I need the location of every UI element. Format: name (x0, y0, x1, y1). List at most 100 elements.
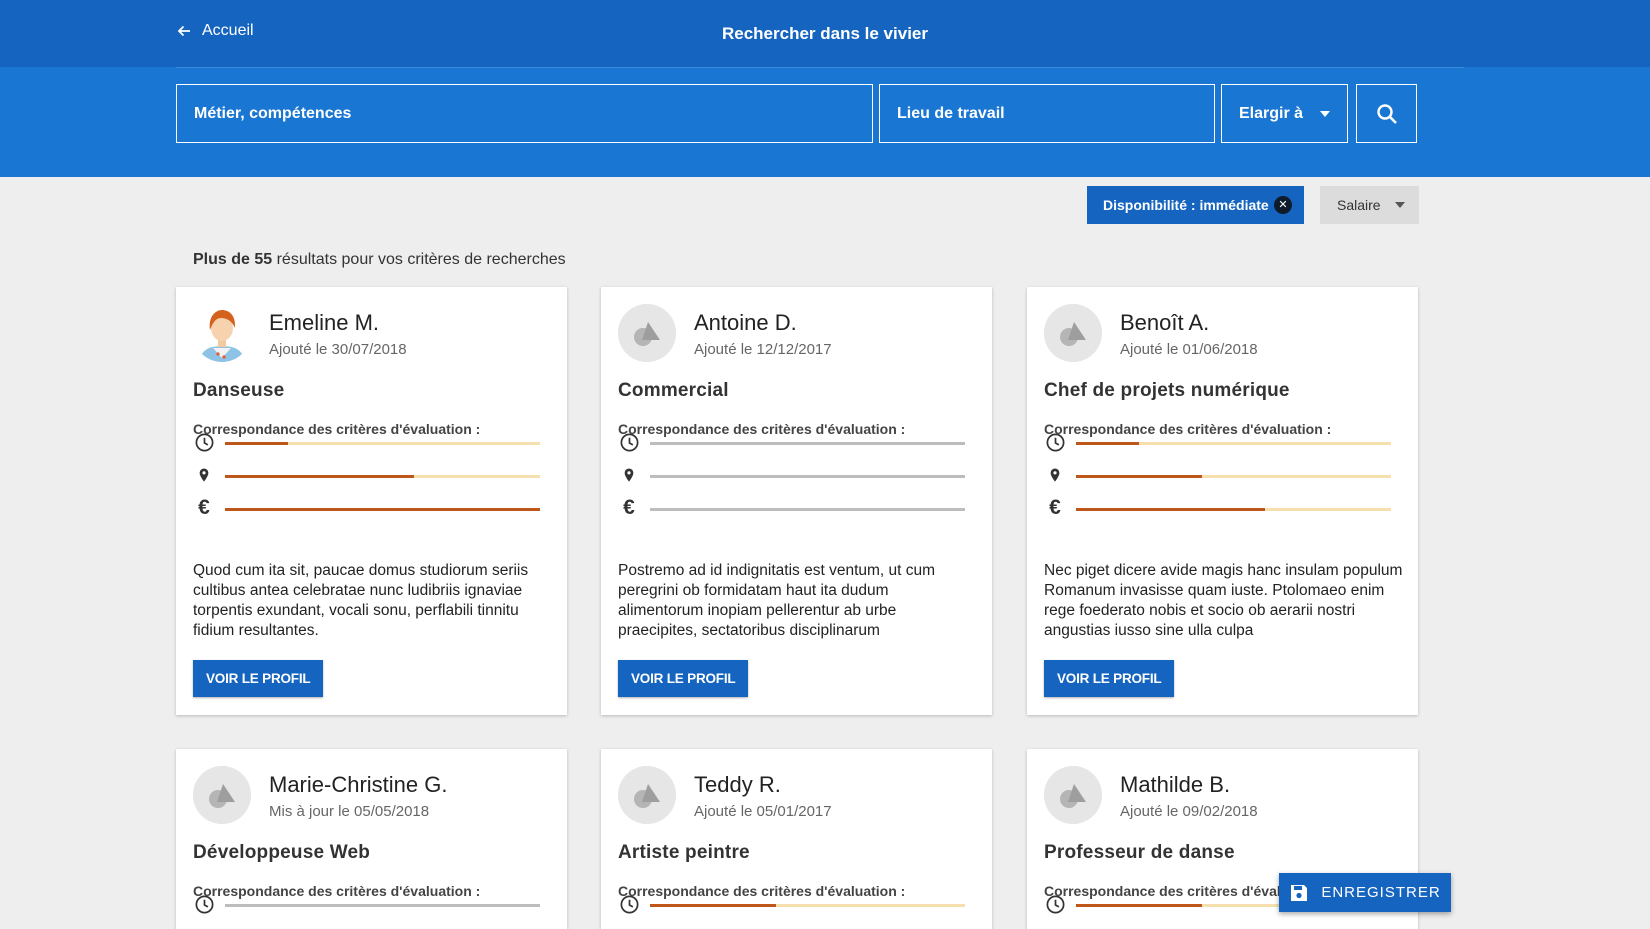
match-bar (650, 475, 965, 478)
close-icon[interactable]: ✕ (1274, 196, 1292, 214)
avatar (193, 766, 251, 824)
euro-icon: € (1049, 496, 1061, 519)
candidate-name: Teddy R. (694, 772, 781, 797)
avatar (1044, 766, 1102, 824)
criteria-match-row (1044, 431, 1404, 455)
location-input[interactable] (897, 104, 1197, 123)
candidate-date: Ajouté le 05/01/2017 (694, 803, 832, 820)
widen-dropdown-label: Elargir à (1239, 104, 1304, 122)
criteria-match-row: € (1044, 496, 1404, 521)
availability-filter-chip[interactable]: Disponibilité : immédiate ✕ (1087, 186, 1304, 224)
candidate-name: Mathilde B. (1120, 772, 1231, 797)
candidate-date: Ajouté le 01/06/2018 (1120, 341, 1258, 358)
match-bar-fill (225, 475, 414, 478)
search-icon (1376, 103, 1397, 124)
criteria-match-row (618, 464, 978, 488)
match-bar (225, 904, 540, 907)
criteria-match-row (193, 893, 553, 917)
location-field[interactable] (879, 84, 1215, 143)
criteria-match-row (618, 431, 978, 455)
match-bar (225, 508, 540, 511)
candidate-description: Nec piget dicere avide magis hanc insula… (1044, 562, 1403, 639)
match-bar-fill (1076, 508, 1265, 511)
candidate-job-title: Commercial (618, 380, 729, 401)
candidate-name: Antoine D. (694, 310, 797, 335)
candidate-job-title: Danseuse (193, 380, 285, 401)
salary-filter-dropdown[interactable]: Salaire (1320, 186, 1419, 224)
avatar (618, 304, 676, 362)
salary-filter-label: Salaire (1337, 197, 1381, 213)
location-pin-icon (618, 464, 640, 486)
candidate-card: Antoine D. Ajouté le 12/12/2017 Commercial… (601, 287, 992, 715)
candidate-name: Emeline M. (269, 310, 380, 335)
criteria-match-row: € (618, 496, 978, 521)
avatar (1044, 304, 1102, 362)
location-pin-icon (1044, 464, 1066, 486)
widen-dropdown[interactable]: Elargir à (1221, 84, 1348, 143)
results-count-number: Plus de 55 (193, 251, 273, 268)
match-bar-fill (1076, 442, 1139, 445)
criteria-match-row (618, 893, 978, 917)
avatar (618, 766, 676, 824)
page-title: Rechercher dans le vivier (721, 24, 928, 43)
clock-icon (193, 431, 215, 453)
save-button-label: ENREGISTRER (1321, 884, 1441, 901)
candidate-description: Postremo ad id indignitatis est ventum, … (618, 562, 936, 639)
candidate-name: Benoît A. (1120, 310, 1210, 335)
save-button[interactable]: ENREGISTRER (1279, 873, 1451, 912)
match-bar-fill (1076, 475, 1202, 478)
euro-icon: € (198, 496, 210, 519)
match-bar-fill (225, 508, 540, 511)
euro-icon: € (623, 496, 635, 519)
match-bar-fill (650, 904, 776, 907)
match-bar (225, 442, 540, 445)
candidate-job-title: Chef de projets numérique (1044, 380, 1290, 401)
candidate-job-title: Artiste peintre (618, 842, 750, 863)
clock-icon (618, 893, 640, 915)
avatar (193, 304, 251, 362)
caret-down-icon (1395, 202, 1405, 208)
save-icon (1291, 884, 1308, 901)
criteria-match-row (193, 464, 553, 488)
candidate-card: Marie-Christine G. Mis à jour le 05/05/20… (176, 749, 567, 929)
clock-icon (1044, 431, 1066, 453)
candidate-card: Teddy R. Ajouté le 05/01/2017 Artiste pein… (601, 749, 992, 929)
criteria-match-row (1044, 464, 1404, 488)
match-bar (650, 508, 965, 511)
candidate-job-title: Développeuse Web (193, 842, 371, 863)
candidate-date: Mis à jour le 05/05/2018 (269, 803, 430, 820)
candidate-name: Marie-Christine G. (269, 772, 448, 797)
job-skills-input[interactable] (194, 104, 855, 123)
job-skills-field[interactable] (176, 84, 873, 143)
clock-icon (1044, 893, 1066, 915)
candidate-description: Quod cum ita sit, paucae domus studiorum… (193, 562, 529, 639)
results-count: Plus de 55 résultats pour vos critères d… (193, 251, 566, 269)
availability-chip-label: Disponibilité : immédiate (1103, 197, 1269, 213)
view-profile-button[interactable]: VOIR LE PROFIL (193, 660, 324, 697)
match-bar (225, 475, 540, 478)
match-bar (1076, 442, 1391, 445)
search-band: Elargir à (0, 67, 1650, 177)
caret-down-icon (1320, 110, 1330, 117)
candidate-date: Ajouté le 12/12/2017 (694, 341, 832, 358)
match-bar (650, 904, 965, 907)
view-profile-button[interactable]: VOIR LE PROFIL (1044, 660, 1175, 697)
candidate-date: Ajouté le 30/07/2018 (269, 341, 407, 358)
match-bar (650, 442, 965, 445)
divider (176, 67, 1464, 68)
candidate-date: Ajouté le 09/02/2018 (1120, 803, 1258, 820)
criteria-match-row (193, 431, 553, 455)
view-profile-button[interactable]: VOIR LE PROFIL (618, 660, 749, 697)
match-bar-fill (225, 442, 288, 445)
search-button[interactable] (1356, 84, 1417, 143)
clock-icon (193, 893, 215, 915)
candidate-card: Benoît A. Ajouté le 01/06/2018 Chef de pro… (1027, 287, 1418, 715)
top-bar: Accueil Rechercher dans le vivier (0, 0, 1650, 67)
match-bar (1076, 508, 1391, 511)
candidate-card: Emeline M. Ajouté le 30/07/2018 Danseuse Co… (176, 287, 567, 715)
clock-icon (618, 431, 640, 453)
match-bar-fill (1076, 904, 1202, 907)
criteria-match-row: € (193, 496, 553, 521)
candidate-job-title: Professeur de danse (1044, 842, 1235, 863)
match-bar (1076, 475, 1391, 478)
